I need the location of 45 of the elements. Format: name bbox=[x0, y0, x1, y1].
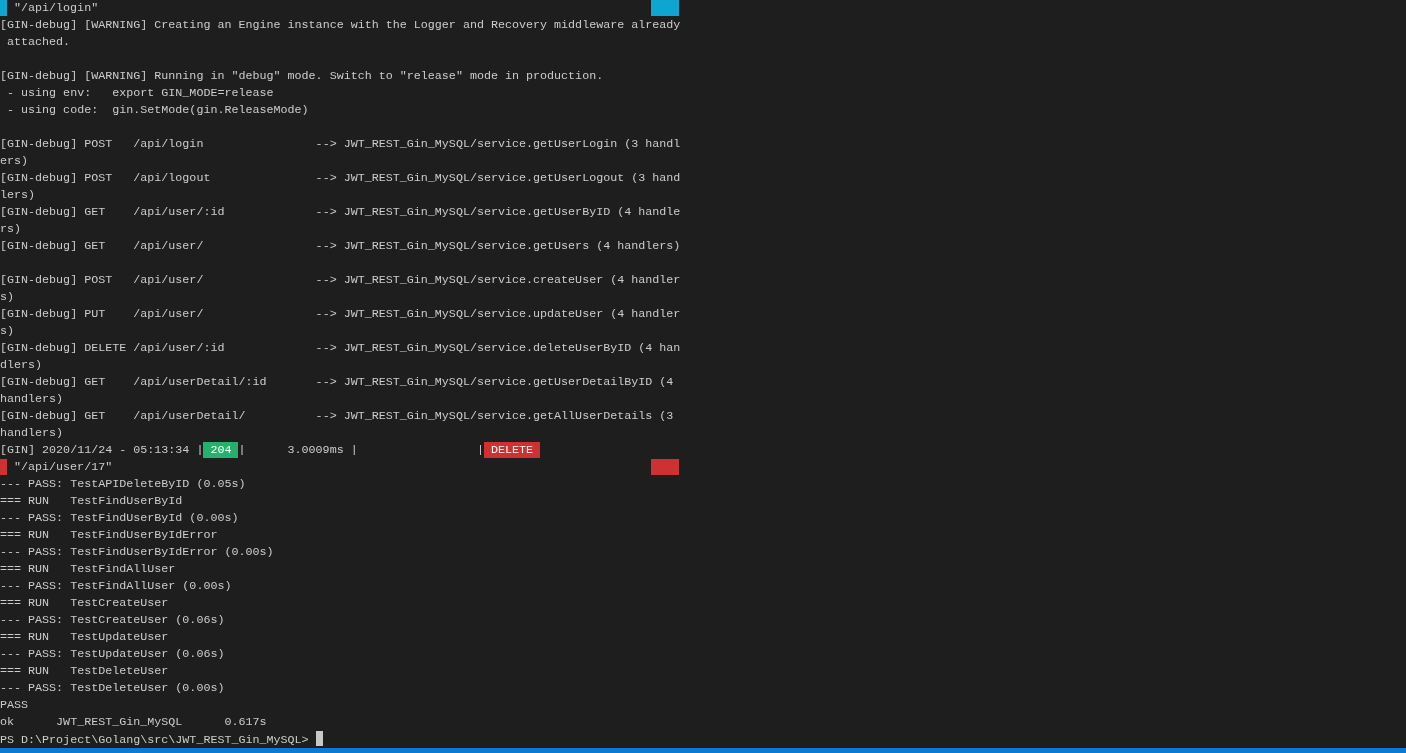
terminal-line: [GIN-debug] POST /api/logout --> JWT_REST_Gin_MySQL/service.getUserLogout (3 hand bbox=[0, 171, 681, 185]
terminal-line: --- PASS: TestFindUserByIdError (0.00s) bbox=[0, 545, 274, 559]
terminal-line: attached. bbox=[6, 35, 71, 49]
terminal-line: s) bbox=[0, 324, 15, 338]
prompt-line: PS D:\Project\Golang\src\JWT_REST_Gin_MySQL> bbox=[0, 733, 310, 747]
terminal-line: [GIN-debug] GET /api/userDetail/:id --> JWT_REST_Gin_MySQL/service.getUserDetailByID (4 bbox=[0, 375, 674, 389]
terminal-line: [GIN-debug] POST /api/user/ --> JWT_REST_Gin_MySQL/service.createUser (4 handler bbox=[0, 273, 681, 287]
terminal-line: [GIN-debug] [WARNING] Running in "debug" mode. Switch to "release" mode in production. bbox=[0, 69, 604, 83]
terminal-line: s) bbox=[0, 290, 15, 304]
terminal-line: === RUN TestFindAllUser bbox=[0, 562, 176, 576]
terminal-line: --- PASS: TestAPIDeleteByID (0.05s) bbox=[0, 477, 246, 491]
terminal-line: --- PASS: TestUpdateUser (0.06s) bbox=[0, 647, 225, 661]
terminal-line: - using code: gin.SetMode(gin.ReleaseMode) bbox=[6, 103, 309, 117]
terminal-line: ok JWT_REST_Gin_MySQL 0.617s bbox=[0, 715, 267, 729]
terminal-line: [GIN-debug] DELETE /api/user/:id --> JWT_REST_Gin_MySQL/service.deleteUserByID (4 han bbox=[0, 341, 681, 355]
terminal-line: - using env: export GIN_MODE=release bbox=[6, 86, 274, 100]
request-path: "/api/login" bbox=[14, 0, 99, 17]
terminal-line: [GIN-debug] [WARNING] Creating an Engine instance with the Logger and Recovery middleware already bbox=[0, 18, 681, 32]
terminal-line: === RUN TestDeleteUser bbox=[0, 664, 169, 678]
request-path: "/api/user/17" bbox=[14, 459, 113, 476]
terminal-line: --- PASS: TestFindUserById (0.00s) bbox=[0, 511, 239, 525]
terminal-line: === RUN TestFindUserByIdError bbox=[0, 528, 218, 542]
status-badge: 204 bbox=[203, 442, 239, 458]
terminal-line: === RUN TestFindUserById bbox=[0, 494, 183, 508]
terminal-line: [GIN-debug] GET /api/user/:id --> JWT_REST_Gin_MySQL/service.getUserByID (4 handle bbox=[0, 205, 681, 219]
terminal-line: === RUN TestUpdateUser bbox=[0, 630, 169, 644]
terminal-line: rs) bbox=[0, 222, 22, 236]
terminal-line: [GIN-debug] GET /api/user/ --> JWT_REST_Gin_MySQL/service.getUsers (4 handlers) bbox=[0, 239, 681, 253]
terminal-line: --- PASS: TestCreateUser (0.06s) bbox=[0, 613, 225, 627]
terminal-line: dlers) bbox=[0, 358, 43, 372]
terminal-line: PASS bbox=[0, 698, 29, 712]
terminal-line: ers) bbox=[0, 154, 29, 168]
log-text: [GIN] 2020/11/24 - 05:13:34 | bbox=[0, 443, 204, 457]
log-text: | 3.0009ms | | bbox=[238, 443, 484, 457]
terminal-line: lers) bbox=[0, 188, 36, 202]
status-badge: DELETE bbox=[483, 442, 541, 458]
cursor bbox=[315, 731, 323, 746]
terminal-line: handlers) bbox=[0, 426, 64, 440]
terminal-line: === RUN TestCreateUser bbox=[0, 596, 169, 610]
terminal-line: [GIN-debug] POST /api/login --> JWT_REST_Gin_MySQL/service.getUserLogin (3 handl bbox=[0, 137, 681, 151]
terminal-line: --- PASS: TestDeleteUser (0.00s) bbox=[0, 681, 225, 695]
terminal-line: [GIN-debug] GET /api/userDetail/ --> JWT_REST_Gin_MySQL/service.getAllUserDetails (3 bbox=[0, 409, 674, 423]
terminal-line: --- PASS: TestFindAllUser (0.00s) bbox=[0, 579, 232, 593]
terminal-line: handlers) bbox=[0, 392, 64, 406]
terminal-line: [GIN-debug] PUT /api/user/ --> JWT_REST_Gin_MySQL/service.updateUser (4 handler bbox=[0, 307, 681, 321]
